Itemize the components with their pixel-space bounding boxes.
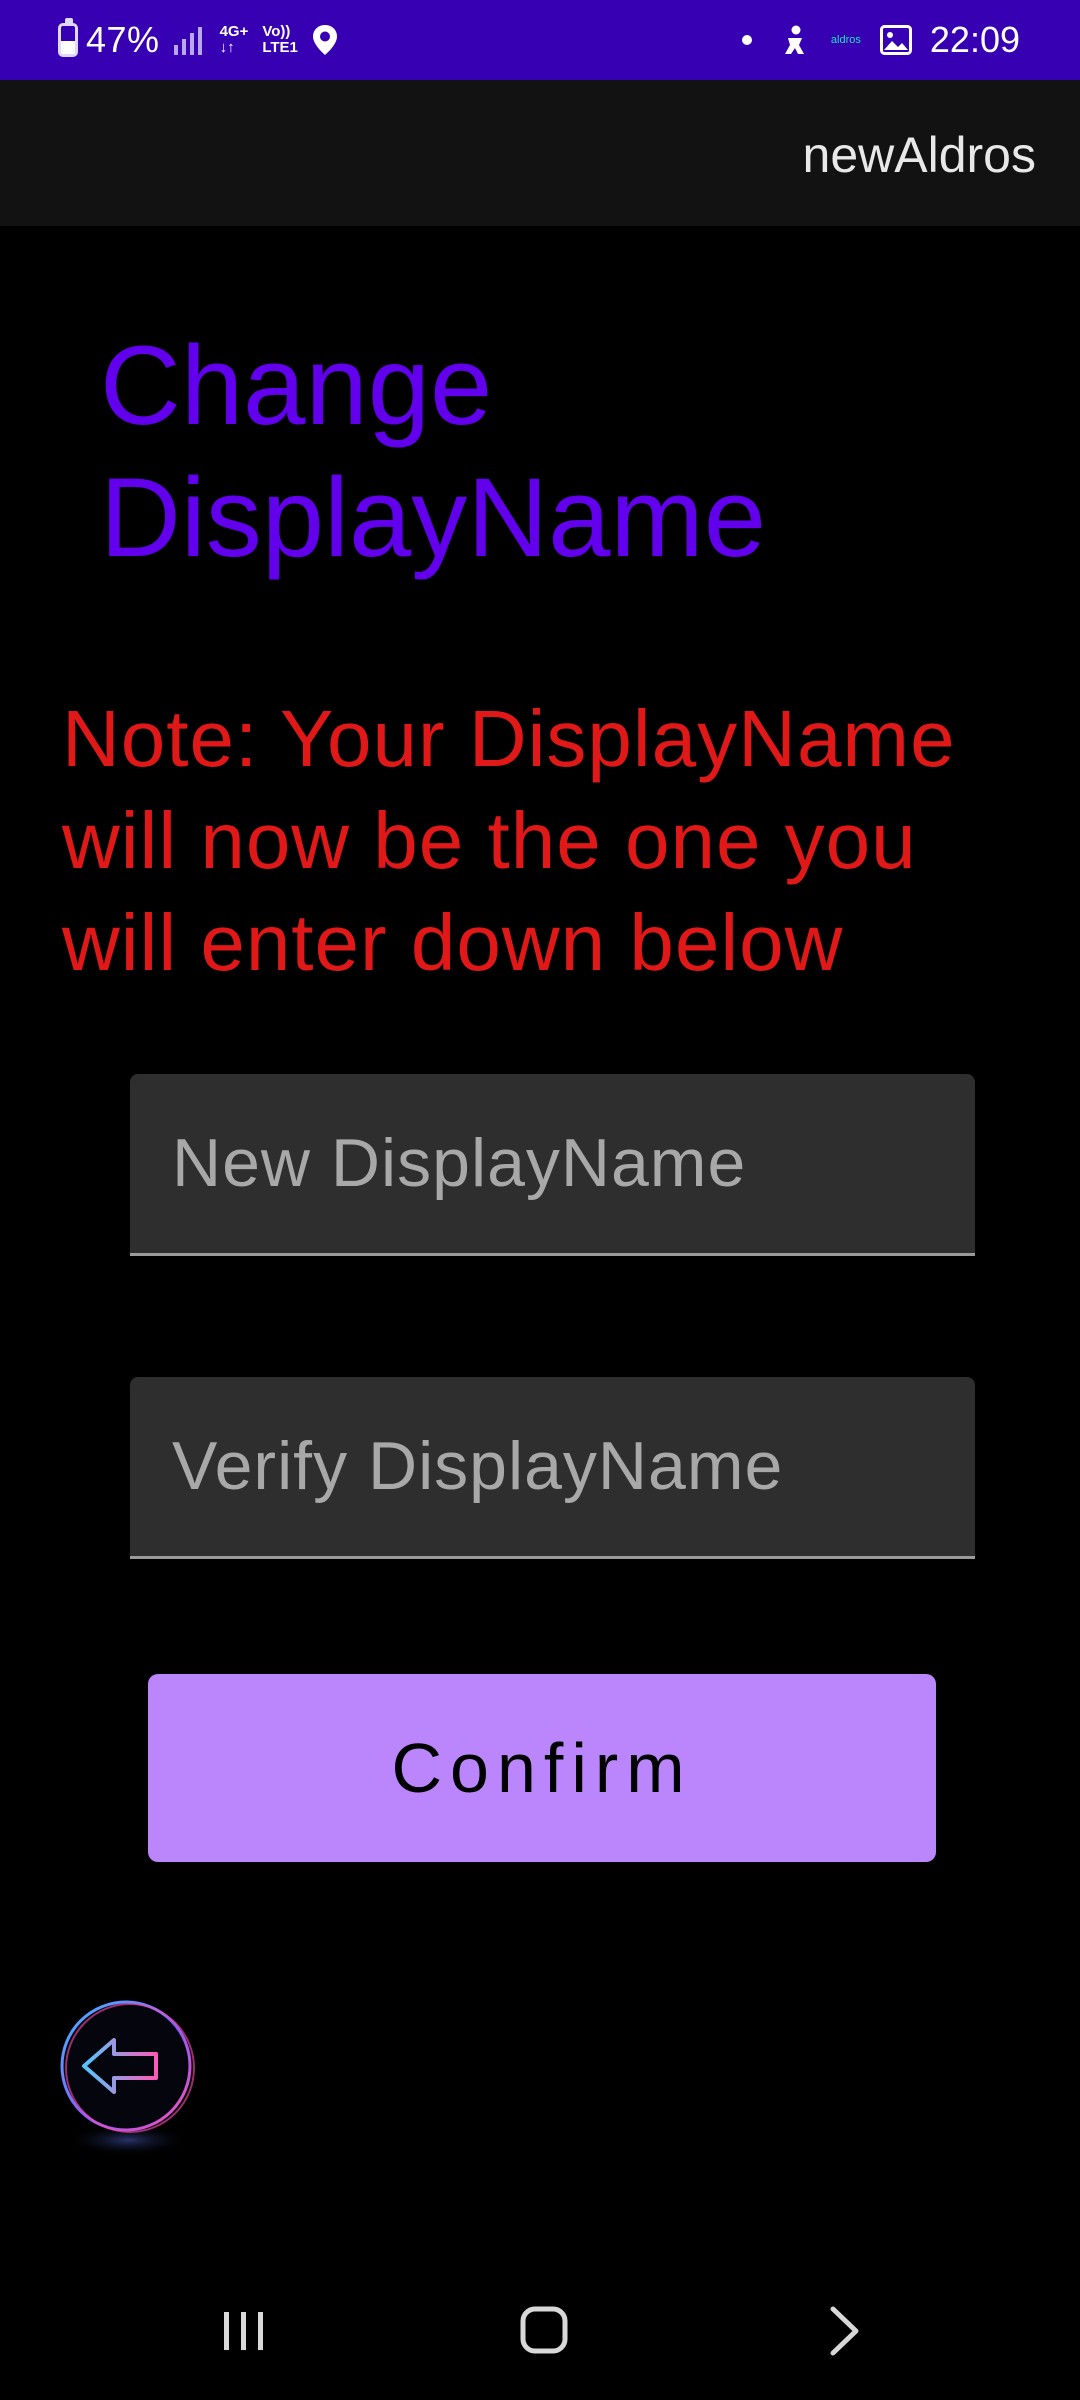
recent-apps-icon[interactable] xyxy=(222,2310,266,2352)
lte-label: LTE1 xyxy=(262,39,298,56)
screen: 47% 4G+ ↓↑ Vo)) LTE1 aldros 22:09 newAld… xyxy=(0,0,1080,2400)
verify-display-name-input[interactable] xyxy=(172,1377,952,1555)
app-notification-icon: aldros xyxy=(826,25,866,55)
network-arrows-icon: ↓↑ xyxy=(219,39,235,56)
verify-display-name-field[interactable] xyxy=(130,1377,975,1559)
network-type-indicator: 4G+ ↓↑ xyxy=(220,24,249,56)
note-text: Note: Your DisplayName will now be the o… xyxy=(62,694,956,987)
battery-level-fill xyxy=(61,40,75,54)
status-right-group: aldros 22:09 xyxy=(741,0,1020,80)
app-bar: newAldros xyxy=(0,80,1080,226)
battery-percent: 47% xyxy=(86,19,160,60)
clock: 22:09 xyxy=(929,19,1020,60)
battery-icon xyxy=(58,18,78,57)
location-pin-icon xyxy=(312,25,337,55)
chevron-right-icon[interactable] xyxy=(828,2306,862,2356)
volte-indicator: Vo)) LTE1 xyxy=(262,24,298,56)
notification-dot-icon xyxy=(741,35,752,45)
app-bar-title: newAldros xyxy=(802,127,1036,183)
back-button[interactable] xyxy=(56,1990,204,2162)
home-icon[interactable] xyxy=(520,2306,568,2354)
status-bar: 47% 4G+ ↓↑ Vo)) LTE1 aldros 22:09 xyxy=(0,0,1080,80)
signal-strength-icon xyxy=(173,25,202,55)
page-title-line-1: Change xyxy=(100,323,493,448)
page-title-line-2: DisplayName xyxy=(100,455,766,580)
gallery-notification-icon xyxy=(879,25,912,55)
arrow-left-circle-icon xyxy=(56,1990,204,2162)
new-display-name-input[interactable] xyxy=(172,1074,952,1252)
accessibility-notification-icon xyxy=(784,25,804,54)
system-navigation-bar xyxy=(0,2240,1080,2400)
network-type-label: 4G+ xyxy=(219,23,249,40)
confirm-button[interactable]: Confirm xyxy=(148,1674,936,1862)
status-left-group: 47% 4G+ ↓↑ Vo)) LTE1 xyxy=(58,0,338,80)
app-notification-label: aldros xyxy=(830,34,861,46)
volte-label: Vo)) xyxy=(262,23,291,40)
page-title: Change DisplayName xyxy=(100,320,1000,584)
new-display-name-field[interactable] xyxy=(130,1074,975,1256)
